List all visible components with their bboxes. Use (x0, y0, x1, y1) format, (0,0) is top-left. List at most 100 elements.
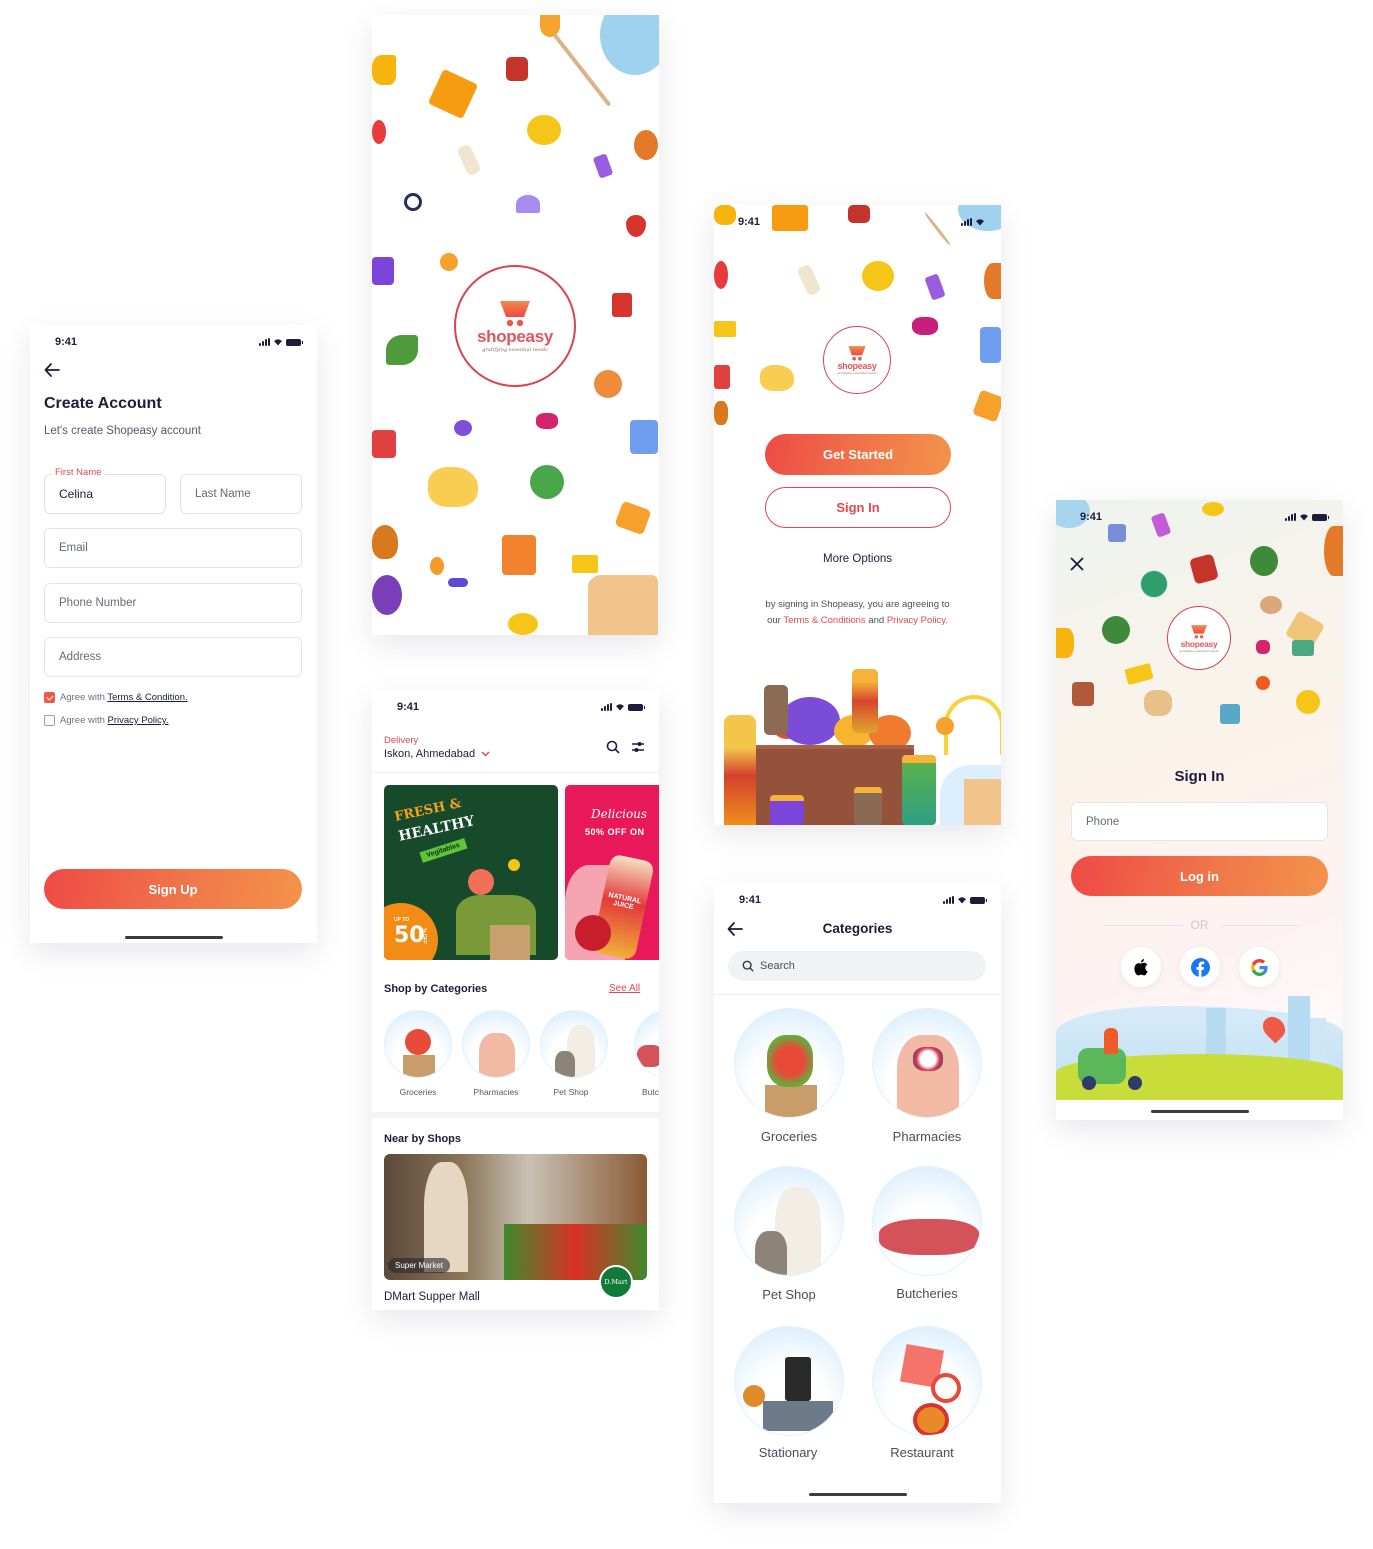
grapes (780, 697, 840, 745)
first-name-label: First Name (52, 467, 105, 478)
beet-doodle (634, 130, 658, 160)
dumbbell-doodle (536, 413, 558, 429)
legal-and: and (865, 615, 887, 626)
signal-icon (259, 338, 270, 346)
brand-tagline: gratifying essential needs (1179, 648, 1219, 653)
category-pet-shop[interactable] (734, 1166, 844, 1276)
last-name-field[interactable]: Last Name (180, 474, 302, 514)
eggs-doodle (1260, 596, 1282, 614)
battery-icon (1312, 513, 1329, 521)
status-bar: 9:41 (714, 205, 1001, 239)
scooter-wheel (1082, 1076, 1096, 1090)
categories-screen: 9:41 Categories Search Groceries Pharmac… (714, 883, 1001, 1503)
cat-image (555, 1051, 575, 1077)
facebook-login-button[interactable] (1180, 947, 1220, 987)
bread-doodle (1144, 690, 1172, 716)
privacy-checkbox[interactable] (44, 715, 55, 726)
delivery-location-selector[interactable]: Iskon, Ahmedabad (384, 748, 490, 760)
category-groceries[interactable] (384, 1010, 452, 1078)
apple-login-button[interactable] (1121, 947, 1161, 987)
shop-by-categories-title: Shop by Categories (384, 983, 488, 995)
first-name-field[interactable]: Celina (44, 474, 166, 514)
category-butcheries[interactable] (872, 1166, 982, 1276)
address-field[interactable]: Address (44, 637, 302, 677)
more-options-link[interactable]: More Options (714, 553, 1001, 565)
dumbbell-doodle (1256, 640, 1270, 654)
search-input[interactable]: Search (728, 951, 986, 981)
radish-doodle (372, 120, 386, 144)
header-divider (714, 994, 1001, 995)
cheese-doodle (1056, 628, 1074, 658)
category-pet-shop[interactable] (540, 1010, 608, 1078)
bread-doodle (540, 15, 560, 37)
google-icon (1250, 958, 1268, 976)
phone-placeholder: Phone (1086, 815, 1120, 828)
category-groceries[interactable] (734, 1008, 844, 1118)
category-label: Groceries (760, 1129, 818, 1144)
chips-doodle (427, 68, 479, 120)
curry-bowl-image (913, 1403, 949, 1435)
dmart-logo: D​.Mart (599, 1265, 633, 1299)
grocery-doodle (1108, 524, 1126, 542)
search-icon[interactable] (606, 740, 620, 754)
sign-in-button[interactable]: Sign In (765, 487, 951, 528)
category-stationary[interactable] (734, 1326, 844, 1436)
status-time: 9:41 (1080, 511, 1103, 523)
chicken-leg-doodle (714, 401, 728, 425)
crate-image (765, 1085, 817, 1117)
brand-name: shopeasy (1180, 638, 1218, 649)
badge-doodle (1140, 570, 1168, 598)
create-account-screen: 9:41 Create Account Let's create Shopeas… (30, 325, 317, 943)
sugar-bag-doodle (614, 500, 652, 536)
terms-link[interactable]: Terms & Conditions (783, 615, 865, 626)
brand-tagline: gratifying essential needs (837, 371, 877, 375)
privacy-agreement: Agree with Privacy Policy. (60, 715, 169, 726)
phone-field[interactable]: Phone (1071, 802, 1328, 841)
promo-banner-juice[interactable]: Delicious 50% OFF ON NATURAL JUICE (565, 785, 659, 960)
get-started-button[interactable]: Get Started (765, 434, 951, 475)
pen-holder-image (785, 1357, 811, 1401)
status-bar: 9:41 (30, 325, 317, 359)
see-all-link[interactable]: See All (609, 983, 640, 994)
sign-in-screen: 9:41 shopeasy gratifying essential needs… (1056, 500, 1343, 1120)
category-restaurant[interactable] (872, 1326, 982, 1436)
category-pharmacies[interactable] (872, 1008, 982, 1118)
delivery-label: Delivery (384, 735, 419, 746)
brand-name: shopeasy (837, 361, 877, 371)
privacy-link[interactable]: Privacy Policy. (108, 715, 169, 726)
shop-image[interactable]: Super Market (384, 1154, 647, 1280)
lotus-doodle (516, 195, 540, 213)
flowerpot-doodle (862, 261, 894, 291)
cat-image (755, 1231, 787, 1275)
vegetables-image (405, 1029, 431, 1055)
signal-icon (601, 703, 612, 711)
splash-screen: shopeasy gratifying essential needs (372, 15, 659, 635)
category-label: Pharmacies (473, 1087, 519, 1097)
grocery-crate-illustration (714, 645, 1001, 825)
orange-fruit (936, 717, 954, 735)
privacy-link[interactable]: Privacy Policy. (887, 615, 948, 626)
egg-doodle (430, 557, 444, 575)
log-in-button[interactable]: Log in (1071, 856, 1328, 896)
cart-icon (500, 301, 530, 327)
terms-link[interactable]: Terms & Condition. (107, 692, 187, 703)
eggplant-doodle (372, 575, 402, 615)
promo-banner-vegetables[interactable]: FRESH & HEALTHY Vegitables UP TO 50 % OF… (384, 785, 558, 960)
page-title: Categories (822, 921, 893, 936)
category-pharmacies[interactable] (462, 1010, 530, 1078)
filter-icon[interactable] (631, 740, 645, 754)
vegetables-image (767, 1035, 813, 1087)
status-time: 9:41 (738, 216, 761, 228)
sign-up-button[interactable]: Sign Up (44, 869, 302, 909)
phone-number-field[interactable]: Phone Number (44, 583, 302, 623)
grapefruit-image (468, 869, 494, 895)
back-arrow-icon[interactable] (43, 361, 61, 379)
category-label: Pet Shop (762, 1287, 816, 1302)
terms-checkbox[interactable] (44, 692, 55, 703)
close-icon[interactable] (1070, 557, 1084, 571)
flower-doodle (1256, 676, 1270, 690)
google-login-button[interactable] (1239, 947, 1279, 987)
shop-name[interactable]: DMart Supper Mall (384, 1291, 480, 1303)
email-field[interactable]: Email (44, 528, 302, 568)
category-butcheries[interactable] (634, 1010, 659, 1078)
